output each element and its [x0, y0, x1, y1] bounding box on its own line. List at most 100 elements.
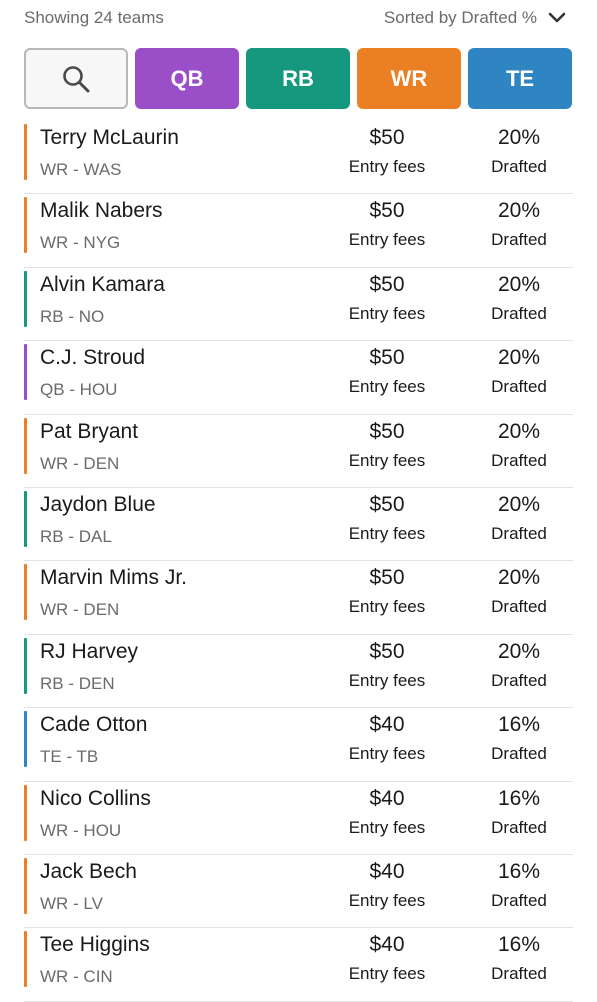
- drafted-percent-value: 20%: [497, 492, 541, 516]
- drafted-percent-label: Drafted: [491, 597, 547, 617]
- drafted-percent-label: Drafted: [491, 157, 547, 176]
- position-color-bar: [24, 711, 27, 768]
- drafted-percent-value: 20%: [497, 126, 541, 149]
- entry-fee-value: $50: [369, 566, 405, 590]
- position-color-bar: [24, 490, 27, 547]
- player-position-team: TE - TB: [40, 747, 99, 767]
- player-list: Terry McLaurin WR - WAS $50 Entry fees 20% Dr…: [24, 121, 573, 1002]
- entry-fee-value: $40: [369, 933, 405, 957]
- player-position-team: WR - CIN: [40, 967, 113, 987]
- player-name: Marvin Mims Jr.: [40, 566, 187, 590]
- entry-fee-value: $50: [369, 639, 405, 663]
- position-color-bar: [24, 637, 27, 694]
- position-color-bar: [24, 564, 27, 621]
- drafted-percent-label: Drafted: [491, 890, 547, 910]
- player-position-team: WR - DEN: [40, 453, 120, 473]
- position-color-bar: [24, 417, 27, 474]
- player-name: Terry McLaurin: [40, 126, 179, 149]
- position-color-bar: [24, 197, 27, 254]
- drafted-percent-value: 20%: [497, 272, 541, 296]
- player-row[interactable]: Jack Bech WR - LV $40 Entry fees 16% Drafted: [24, 855, 573, 929]
- player-row[interactable]: Alvin Kamara RB - NO $50 Entry fees 20% Draft…: [24, 268, 573, 342]
- search-icon: [63, 65, 90, 92]
- drafted-percent-label: Drafted: [491, 744, 547, 764]
- player-row[interactable]: Marvin Mims Jr. WR - DEN $50 Entry fees 20% D…: [24, 561, 573, 635]
- player-name: Malik Nabers: [40, 199, 163, 223]
- drafted-percent-value: 20%: [497, 419, 541, 443]
- position-color-bar: [24, 124, 27, 180]
- entry-fee-value: $50: [369, 492, 405, 516]
- position-color-bar: [24, 784, 27, 841]
- entry-fee-value: $40: [369, 786, 405, 810]
- entry-fee-label: Entry fees: [348, 744, 426, 764]
- player-position-team: WR - HOU: [40, 820, 122, 840]
- search-button[interactable]: [24, 48, 128, 109]
- drafted-percent-label: Drafted: [491, 303, 547, 323]
- player-name: RJ Harvey: [40, 639, 139, 663]
- player-position-team: QB - HOU: [40, 380, 118, 400]
- player-row[interactable]: Malik Nabers WR - NYG $50 Entry fees 20% Draf…: [24, 194, 573, 268]
- chevron-down-icon: [548, 12, 566, 23]
- drafted-percent-label: Drafted: [491, 450, 547, 470]
- entry-fee-label: Entry fees: [348, 964, 426, 984]
- player-row[interactable]: C.J. Stroud QB - HOU $50 Entry fees 20% Draft…: [24, 341, 573, 415]
- entry-fee-label: Entry fees: [348, 157, 426, 176]
- drafted-percent-value: 20%: [497, 199, 541, 223]
- player-row[interactable]: Nico Collins WR - HOU $40 Entry fees 16% Draf…: [24, 782, 573, 855]
- player-row[interactable]: RJ Harvey RB - DEN $50 Entry fees 20% Drafted: [24, 635, 573, 709]
- position-color-bar: [24, 857, 27, 914]
- player-row[interactable]: Terry McLaurin WR - WAS $50 Entry fees 20% Dr…: [24, 121, 573, 195]
- entry-fee-label: Entry fees: [348, 670, 426, 690]
- entry-fee-label: Entry fees: [348, 523, 426, 543]
- entry-fee-value: $50: [369, 126, 405, 149]
- entry-fee-value: $40: [369, 713, 405, 737]
- player-name: Jaydon Blue: [40, 492, 156, 516]
- player-position-team: WR - WAS: [40, 160, 122, 179]
- drafted-percent-label: Drafted: [491, 523, 547, 543]
- entry-fee-label: Entry fees: [348, 890, 426, 910]
- drafted-percent-value: 16%: [497, 786, 541, 810]
- player-position-team: RB - DEN: [40, 673, 115, 693]
- filter-qb-button[interactable]: QB: [135, 48, 239, 109]
- position-color-bar: [24, 270, 27, 327]
- entry-fee-value: $50: [369, 272, 405, 296]
- player-row[interactable]: Jaydon Blue RB - DAL $50 Entry fees 20% Draft…: [24, 488, 573, 562]
- teams-count-text: Showing 24 teams: [24, 8, 164, 27]
- filter-rb-button[interactable]: RB: [246, 48, 350, 109]
- player-position-team: WR - DEN: [40, 600, 120, 620]
- player-name: Nico Collins: [40, 786, 151, 810]
- drafted-percent-value: 20%: [497, 346, 541, 370]
- player-name: Cade Otton: [40, 713, 148, 737]
- filter-wr-button[interactable]: WR: [357, 48, 461, 109]
- player-position-team: RB - DAL: [40, 526, 112, 546]
- entry-fee-value: $50: [369, 419, 405, 443]
- drafted-percent-label: Drafted: [491, 670, 547, 690]
- drafted-percent-value: 16%: [497, 713, 541, 737]
- player-position-team: WR - NYG: [40, 233, 121, 253]
- player-name: C.J. Stroud: [40, 346, 146, 370]
- position-color-bar: [24, 931, 27, 988]
- sort-dropdown[interactable]: Sorted by Drafted %: [384, 8, 567, 28]
- entry-fee-label: Entry fees: [348, 817, 426, 837]
- entry-fee-label: Entry fees: [348, 230, 426, 250]
- drafted-percent-value: 16%: [497, 933, 541, 957]
- entry-fee-label: Entry fees: [348, 450, 426, 470]
- sort-label: Sorted by Drafted %: [383, 8, 537, 27]
- entry-fee-label: Entry fees: [348, 303, 426, 323]
- drafted-percent-label: Drafted: [491, 230, 547, 250]
- entry-fee-label: Entry fees: [348, 377, 426, 397]
- position-filter-bar: QB RB WR TE: [24, 48, 573, 109]
- player-name: Pat Bryant: [40, 419, 139, 443]
- player-position-team: WR - LV: [40, 893, 103, 913]
- drafted-percent-value: 20%: [497, 639, 541, 663]
- entry-fee-label: Entry fees: [348, 597, 426, 617]
- drafted-percent-label: Drafted: [491, 817, 547, 837]
- player-row[interactable]: Tee Higgins WR - CIN $40 Entry fees 16% Draft…: [24, 928, 573, 1002]
- player-row[interactable]: Cade Otton TE - TB $40 Entry fees 16% Drafted: [24, 708, 573, 782]
- drafted-percent-label: Drafted: [491, 377, 547, 397]
- list-header: Showing 24 teams Sorted by Drafted %: [0, 0, 597, 38]
- drafted-percent-value: 20%: [497, 566, 541, 590]
- filter-te-button[interactable]: TE: [468, 48, 572, 109]
- player-row[interactable]: Pat Bryant WR - DEN $50 Entry fees 20% Drafte…: [24, 415, 573, 488]
- player-name: Tee Higgins: [40, 933, 150, 957]
